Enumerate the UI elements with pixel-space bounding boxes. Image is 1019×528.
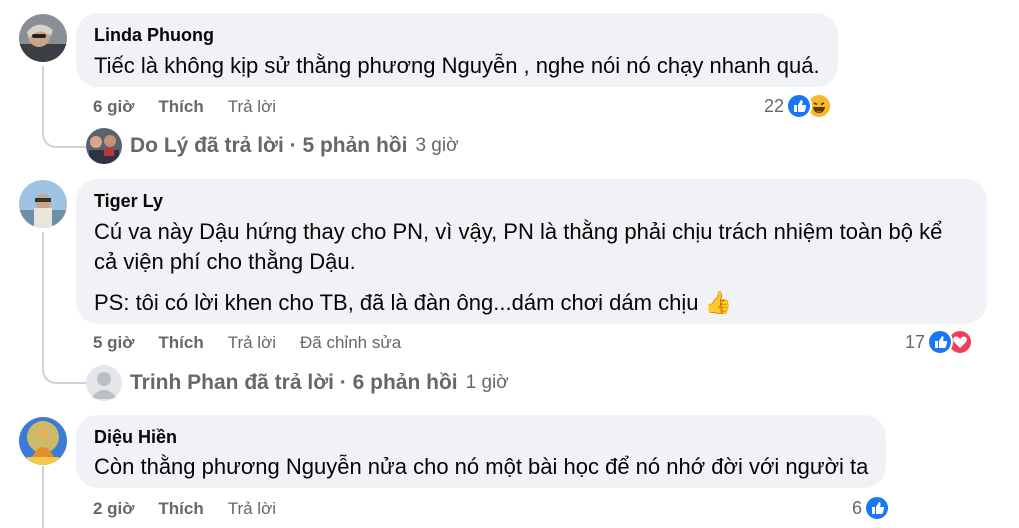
- comment-actions: 2 giờ Thích Trả lời: [93, 499, 276, 519]
- thread-curve: [42, 120, 86, 148]
- comment-author[interactable]: Diệu Hiền: [94, 426, 868, 448]
- reaction-count: 17: [905, 331, 926, 352]
- comment-author[interactable]: Linda Phuong: [94, 24, 820, 46]
- avatar[interactable]: [19, 180, 67, 228]
- comment-author[interactable]: Tiger Ly: [94, 190, 969, 212]
- replies-time: 1 giờ: [465, 372, 509, 393]
- avatar[interactable]: [19, 14, 67, 62]
- avatar: [86, 128, 122, 164]
- comment-bubble: Tiger Ly Cú va này Dậu hứng thay cho PN,…: [76, 179, 987, 324]
- comment-time[interactable]: 2 giờ: [93, 499, 134, 519]
- comment-actions: 5 giờ Thích Trả lời Đã chỉnh sửa: [93, 333, 401, 353]
- like-icon: [786, 93, 813, 119]
- comment-time[interactable]: 5 giờ: [93, 333, 134, 353]
- comment-time[interactable]: 6 giờ: [93, 97, 134, 117]
- replies-summary[interactable]: Do Lý đã trả lời · 5 phản hồi: [130, 134, 407, 158]
- thread-line: [42, 466, 44, 528]
- comment-text: Tiếc là không kịp sử thằng phương Nguyễn…: [94, 53, 820, 78]
- reply-button[interactable]: Trả lời: [228, 97, 276, 117]
- comment-text-ps: PS: tôi có lời khen cho TB, đã là đàn ôn…: [94, 290, 732, 315]
- avatar: [86, 365, 122, 401]
- comment-text-line-1: Cú va này Dậu hứng thay cho PN, vì vậy, …: [94, 219, 943, 244]
- like-icon: [927, 329, 954, 355]
- reaction-summary[interactable]: 22: [764, 93, 833, 119]
- comment-bubble: Linda Phuong Tiếc là không kịp sử thằng …: [76, 13, 838, 87]
- like-button[interactable]: Thích: [158, 499, 203, 519]
- replies-link[interactable]: Trinh Phan đã trả lời · 6 phản hồi 1 giờ: [86, 365, 509, 401]
- reply-button[interactable]: Trả lời: [228, 333, 276, 353]
- replies-link[interactable]: Do Lý đã trả lời · 5 phản hồi 3 giờ: [86, 128, 459, 164]
- thread-line: [42, 232, 44, 364]
- like-button[interactable]: Thích: [158, 97, 203, 117]
- reply-button[interactable]: Trả lời: [228, 499, 276, 519]
- reaction-summary[interactable]: 17: [905, 329, 974, 355]
- like-button[interactable]: Thích: [158, 333, 203, 353]
- avatar[interactable]: [19, 417, 67, 465]
- like-icon: [864, 495, 891, 521]
- comment-actions: 6 giờ Thích Trả lời: [93, 97, 276, 117]
- reaction-summary[interactable]: 6: [852, 495, 891, 521]
- reaction-count: 6: [852, 497, 863, 518]
- comment-bubble: Diệu Hiền Còn thằng phương Nguyễn nửa ch…: [76, 415, 887, 488]
- comment-text: Còn thằng phương Nguyễn nửa cho nó một b…: [94, 454, 869, 479]
- thread-curve: [42, 356, 86, 384]
- replies-time: 3 giờ: [415, 135, 459, 156]
- comment-text-line-2: cả viện phí cho thằng Dậu.: [94, 249, 356, 274]
- thread-line: [42, 66, 44, 128]
- edited-label[interactable]: Đã chỉnh sửa: [300, 333, 401, 353]
- replies-summary[interactable]: Trinh Phan đã trả lời · 6 phản hồi: [130, 371, 458, 395]
- reaction-count: 22: [764, 95, 785, 116]
